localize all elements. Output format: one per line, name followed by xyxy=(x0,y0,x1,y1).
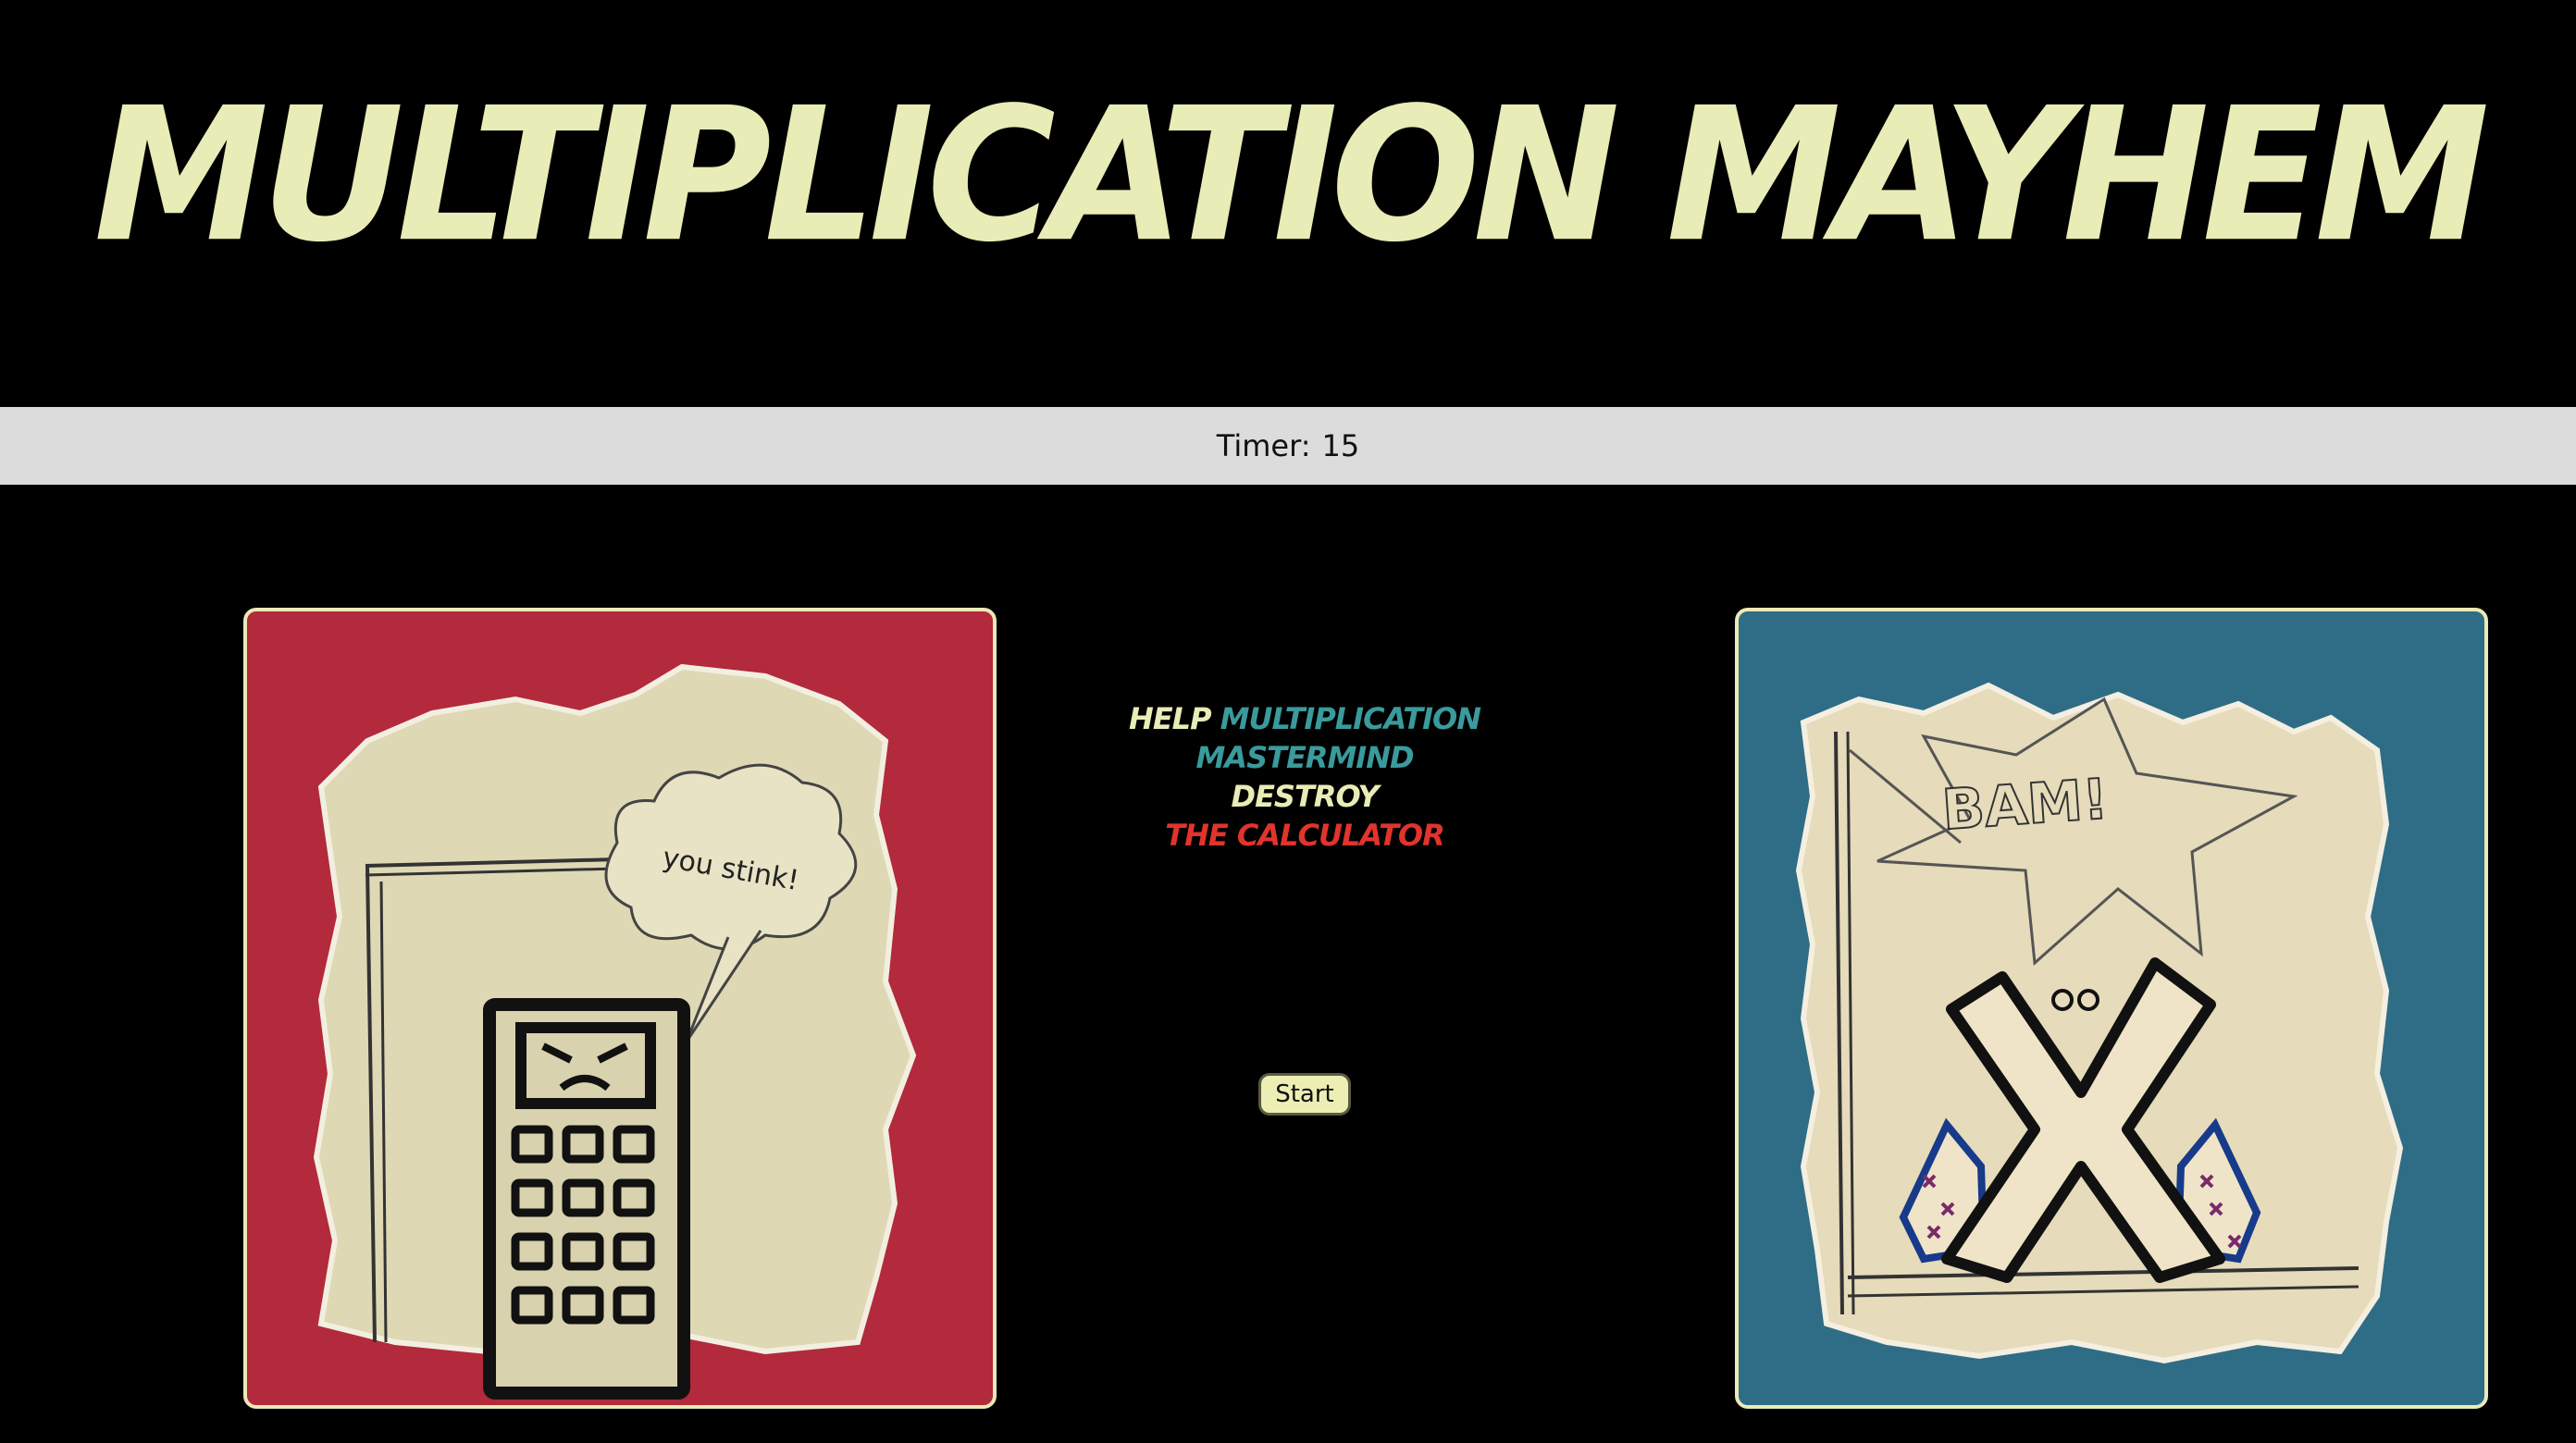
game-title: Multiplication Mayhem xyxy=(93,68,2489,283)
bam-text: BAM! xyxy=(1940,767,2111,843)
timer-bar: Timer: 15 xyxy=(0,407,2576,485)
intro-help: Help xyxy=(1129,701,1211,736)
game-screen: Multiplication Mayhem Timer: 15 you stin… xyxy=(0,0,2576,1443)
intro-destroy: Destroy xyxy=(1231,779,1380,814)
intro-villain: The Calculator xyxy=(1165,818,1444,853)
calculator-villain-image: you stink! xyxy=(243,608,997,1409)
mastermind-hero-image: BAM! xyxy=(1735,608,2488,1409)
timer-label: Timer: xyxy=(1216,428,1311,463)
calculator-character xyxy=(483,998,690,1400)
timer-value: 15 xyxy=(1321,428,1360,463)
start-button[interactable]: Start xyxy=(1258,1073,1351,1116)
hero-drawing: BAM! xyxy=(1795,682,2404,1364)
calculator-drawing: you stink! xyxy=(313,663,917,1400)
story-intro: Help Multiplication Mastermind Destroy T… xyxy=(1018,699,1591,855)
intro-hero: Multiplication Mastermind xyxy=(1195,701,1481,775)
